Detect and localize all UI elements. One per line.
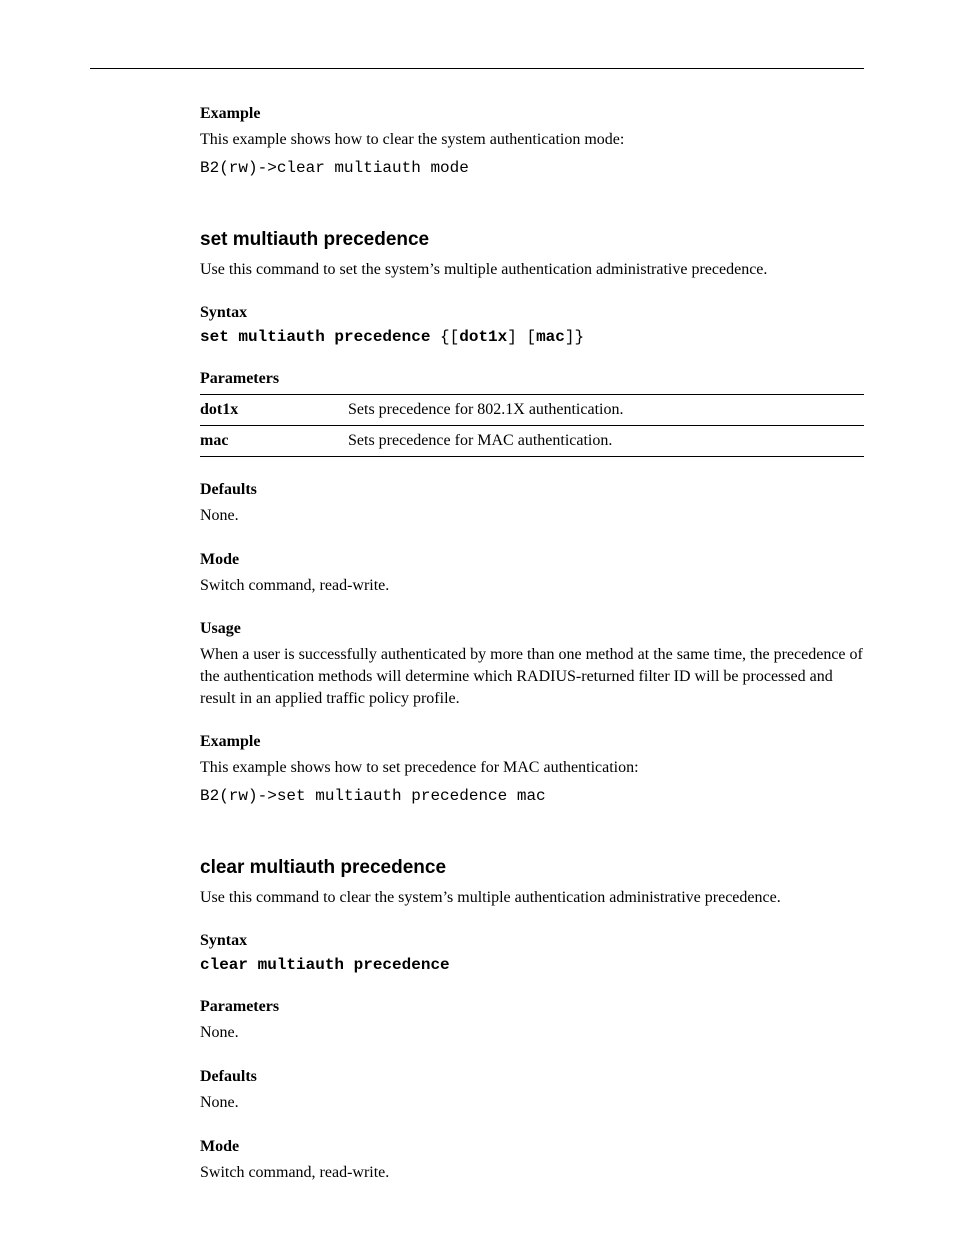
command-title-clear: clear multiauth precedence xyxy=(200,857,864,879)
mode-heading: Mode xyxy=(200,1138,864,1156)
syntax-block: set multiauth precedence {[dot1x] [mac]} xyxy=(200,328,864,346)
syntax-block: clear multiauth precedence xyxy=(200,956,864,974)
example-intro: This example shows how to set precedence… xyxy=(200,757,864,779)
table-row: dot1x Sets precedence for 802.1X authent… xyxy=(200,395,864,426)
defaults-heading: Defaults xyxy=(200,481,864,499)
header-rule xyxy=(90,60,864,69)
usage-text: When a user is successfully authenticate… xyxy=(200,644,864,709)
table-row: mac Sets precedence for MAC authenticati… xyxy=(200,426,864,457)
command-intro: Use this command to set the system’s mul… xyxy=(200,259,864,281)
syntax-line: set multiauth precedence {[dot1x] [mac]} xyxy=(200,328,584,346)
content-column: Example This example shows how to clear … xyxy=(90,105,864,1183)
example-heading: Example xyxy=(200,733,864,751)
example-heading: Example xyxy=(200,105,864,123)
command-intro: Use this command to clear the system’s m… xyxy=(200,887,864,909)
parameters-table: dot1x Sets precedence for 802.1X authent… xyxy=(200,394,864,457)
parameters-text: None. xyxy=(200,1022,864,1044)
syntax-heading: Syntax xyxy=(200,304,864,322)
usage-heading: Usage xyxy=(200,620,864,638)
syntax-heading: Syntax xyxy=(200,932,864,950)
command-title-set: set multiauth precedence xyxy=(200,229,864,251)
page: Example This example shows how to clear … xyxy=(0,0,954,1235)
mode-text: Switch command, read-write. xyxy=(200,575,864,597)
defaults-text: None. xyxy=(200,505,864,527)
param-name: dot1x xyxy=(200,395,348,426)
param-desc: Sets precedence for MAC authentication. xyxy=(348,426,864,457)
parameters-heading: Parameters xyxy=(200,998,864,1016)
defaults-heading: Defaults xyxy=(200,1068,864,1086)
example-code: B2(rw)->set multiauth precedence mac xyxy=(200,787,864,805)
example-code: B2(rw)->clear multiauth mode xyxy=(200,159,864,177)
param-desc: Sets precedence for 802.1X authenticatio… xyxy=(348,395,864,426)
parameters-heading: Parameters xyxy=(200,370,864,388)
example-intro: This example shows how to clear the syst… xyxy=(200,129,864,151)
mode-text: Switch command, read-write. xyxy=(200,1162,864,1184)
mode-heading: Mode xyxy=(200,551,864,569)
param-name: mac xyxy=(200,426,348,457)
defaults-text: None. xyxy=(200,1092,864,1114)
syntax-line: clear multiauth precedence xyxy=(200,956,450,974)
